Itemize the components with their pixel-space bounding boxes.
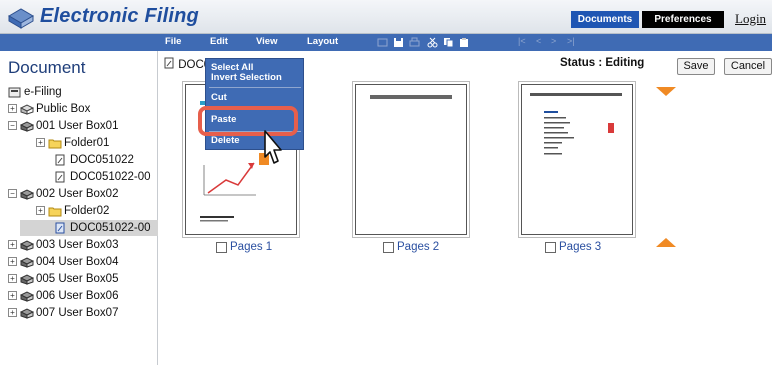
print-icon[interactable]: [409, 37, 420, 48]
expand-icon[interactable]: +: [8, 104, 17, 114]
menu-item-invert-selection[interactable]: Invert Selection: [211, 73, 282, 83]
scroll-up-arrow-icon[interactable]: [656, 238, 676, 247]
userbox-icon: [20, 291, 34, 302]
folder-icon: [48, 139, 62, 149]
pane-title: Document: [8, 58, 86, 77]
page-1-label[interactable]: Pages 1: [216, 241, 272, 253]
tree-item-user-box-03[interactable]: +003 User Box03: [8, 237, 118, 253]
prev-page-arrow[interactable]: <: [536, 36, 541, 46]
tree-item-doc051022-00-selected[interactable]: DOC051022-00: [20, 220, 158, 236]
menu-layout[interactable]: Layout: [307, 36, 338, 47]
page-2-checkbox[interactable]: [383, 241, 394, 253]
menu-edit[interactable]: Edit: [210, 36, 228, 47]
userbox-icon: [20, 240, 34, 251]
page-1-checkbox[interactable]: [216, 241, 227, 253]
last-page-arrow[interactable]: >|: [567, 36, 575, 46]
save-icon[interactable]: [393, 37, 404, 48]
expand-icon[interactable]: +: [36, 138, 45, 148]
document-icon: [55, 154, 65, 166]
first-page-arrow[interactable]: |<: [518, 36, 526, 46]
next-page-arrow[interactable]: >: [551, 36, 556, 46]
tree-item-user-box-04[interactable]: +004 User Box04: [8, 254, 118, 270]
userbox-icon: [20, 121, 34, 132]
userbox-icon: [20, 257, 34, 268]
mouse-pointer-icon: [264, 130, 282, 164]
tree-item-user-box-01[interactable]: −001 User Box01: [8, 118, 118, 134]
efiling-icon: [8, 87, 21, 98]
tree-item-public-box[interactable]: + Public Box: [8, 101, 90, 117]
status-label: Status : Editing: [560, 57, 645, 69]
tree-item-user-box-02[interactable]: −002 User Box02: [8, 186, 118, 202]
tree-item-folder01[interactable]: + Folder01: [36, 135, 109, 151]
expand-icon[interactable]: +: [8, 274, 17, 284]
document-icon: [164, 57, 174, 69]
page-3-checkbox[interactable]: [545, 241, 556, 253]
folder-icon: [48, 207, 62, 217]
app-title: Electronic Filing: [40, 5, 199, 27]
page-2-preview: [370, 95, 452, 99]
box-icon: [20, 104, 34, 115]
collapse-icon[interactable]: −: [8, 189, 17, 199]
paste-icon[interactable]: [459, 37, 470, 48]
expand-icon[interactable]: +: [8, 308, 17, 318]
menu-view[interactable]: View: [256, 36, 277, 47]
page-thumbnail-2[interactable]: [355, 84, 467, 235]
cut-icon[interactable]: [427, 37, 438, 48]
scroll-down-arrow-icon[interactable]: [656, 87, 676, 96]
document-icon: [55, 171, 65, 183]
view-icon[interactable]: [377, 37, 388, 48]
document-icon: [55, 222, 65, 234]
preferences-tab[interactable]: Preferences: [642, 11, 724, 28]
cancel-button[interactable]: Cancel: [724, 58, 772, 75]
menu-bar: File Edit View Layout |< < > >|: [0, 34, 772, 51]
page-3-label[interactable]: Pages 3: [545, 241, 601, 253]
tree-pane: Document e-Filing + Public Box −001 User …: [0, 51, 158, 365]
menu-separator: [209, 87, 301, 88]
collapse-icon[interactable]: −: [8, 121, 17, 131]
logo-icon: [8, 8, 34, 29]
page-thumbnail-3[interactable]: [521, 84, 633, 235]
expand-icon[interactable]: +: [36, 206, 45, 216]
documents-tab[interactable]: Documents: [571, 11, 639, 28]
page-2-label[interactable]: Pages 2: [383, 241, 439, 253]
save-button[interactable]: Save: [677, 58, 715, 75]
page-3-preview: [530, 93, 622, 155]
expand-icon[interactable]: +: [8, 291, 17, 301]
userbox-icon: [20, 189, 34, 200]
userbox-icon: [20, 274, 34, 285]
menu-item-cut[interactable]: Cut: [211, 93, 227, 103]
expand-icon[interactable]: +: [8, 240, 17, 250]
tree-item-folder02[interactable]: + Folder02: [36, 203, 109, 219]
copy-icon[interactable]: [443, 37, 454, 48]
tree-item-user-box-05[interactable]: +005 User Box05: [8, 271, 118, 287]
menu-file[interactable]: File: [165, 36, 181, 47]
tree-item-user-box-07[interactable]: +007 User Box07: [8, 305, 118, 321]
expand-icon[interactable]: +: [8, 257, 17, 267]
document-path: DOC0: [163, 57, 210, 71]
tree-item-user-box-06[interactable]: +006 User Box06: [8, 288, 118, 304]
tree-item-doc051022-00[interactable]: DOC051022-00: [54, 169, 151, 185]
app-header: Electronic Filing Documents Preferences …: [0, 0, 772, 34]
menu-item-delete[interactable]: Delete: [211, 136, 240, 146]
login-link[interactable]: Login: [735, 11, 766, 27]
tree-item-efiling[interactable]: e-Filing: [8, 84, 62, 100]
tree-item-doc051022[interactable]: DOC051022: [54, 152, 134, 168]
userbox-icon: [20, 308, 34, 319]
